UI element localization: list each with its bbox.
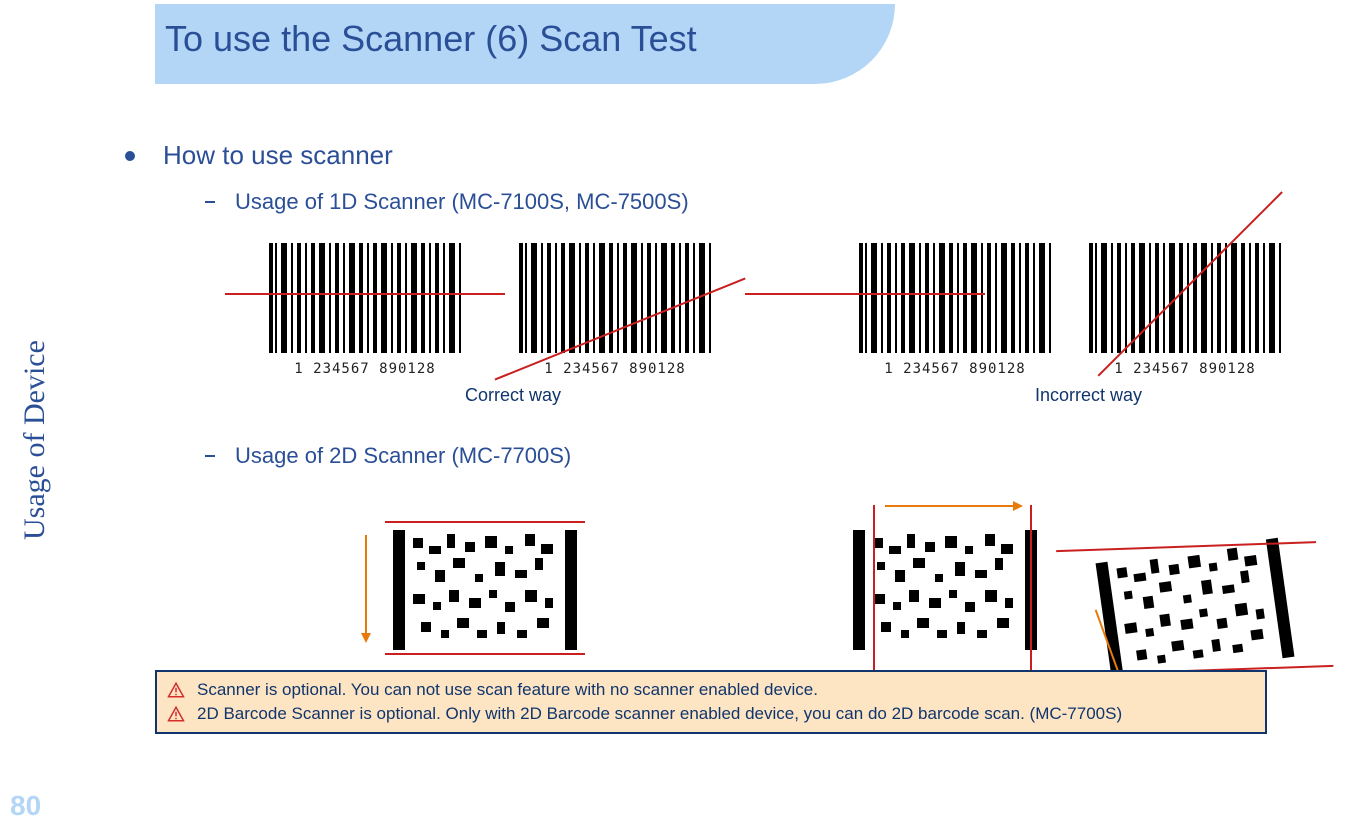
heading-how-to-use: How to use scanner <box>125 140 1305 171</box>
barcode-2d-incorrect-1 <box>845 525 1045 655</box>
dash-icon <box>205 201 215 203</box>
barcode-2d-correct <box>385 525 585 655</box>
page-number: 80 <box>10 790 41 822</box>
scan-bracket-right <box>1030 505 1032 675</box>
warning-icon <box>167 705 185 723</box>
notice-2: 2D Barcode Scanner is optional. Only wit… <box>167 702 1255 726</box>
dash-icon <box>205 455 215 457</box>
caption-correct-1d: Correct way <box>465 385 561 406</box>
title-area: To use the Scanner (6) Scan Test <box>155 4 1195 88</box>
caption-incorrect-1d: Incorrect way <box>1035 385 1142 406</box>
sub-2d-scanner: Usage of 2D Scanner (MC-7700S) <box>205 443 1305 469</box>
warning-icon <box>167 681 185 699</box>
barcode-number-3: 1 234567 890128 <box>855 361 1055 377</box>
scan-bracket-bottom <box>385 653 585 655</box>
scan-line-horizontal <box>225 293 505 295</box>
barcode-1d-2: 1 234567 890128 <box>515 233 715 373</box>
notice-2-text: 2D Barcode Scanner is optional. Only wit… <box>197 704 1122 724</box>
bullet-dot-icon <box>125 151 135 161</box>
barcode-2d-incorrect-2 <box>1087 532 1303 689</box>
notice-box: Scanner is optional. You can not use sca… <box>155 670 1267 734</box>
barcode-1d-1: 1 234567 890128 <box>265 233 465 373</box>
barcode-number-1: 1 234567 890128 <box>265 361 465 377</box>
notice-1-text: Scanner is optional. You can not use sca… <box>197 680 818 700</box>
scan-line-partial <box>745 293 985 295</box>
sub-1d-scanner: Usage of 1D Scanner (MC-7100S, MC-7500S) <box>205 189 1305 215</box>
arrow-down-icon <box>365 535 367 635</box>
arrow-right-icon <box>885 505 1015 507</box>
barcode-number-4: 1 234567 890128 <box>1085 361 1285 377</box>
sub-1d-text: Usage of 1D Scanner (MC-7100S, MC-7500S) <box>235 189 689 215</box>
barcode-1d-3: 1 234567 890128 <box>855 233 1055 373</box>
notice-1: Scanner is optional. You can not use sca… <box>167 678 1255 702</box>
sub-2d-text: Usage of 2D Scanner (MC-7700S) <box>235 443 571 469</box>
side-section-label: Usage of Device <box>18 340 52 540</box>
barcode-number-2: 1 234567 890128 <box>515 361 715 377</box>
barcode-1d-4: 1 234567 890128 <box>1085 233 1285 373</box>
scan-bracket-top <box>385 521 585 523</box>
page-title: To use the Scanner (6) Scan Test <box>165 18 697 60</box>
heading-text: How to use scanner <box>163 140 393 171</box>
scan-bracket-left <box>873 505 875 675</box>
